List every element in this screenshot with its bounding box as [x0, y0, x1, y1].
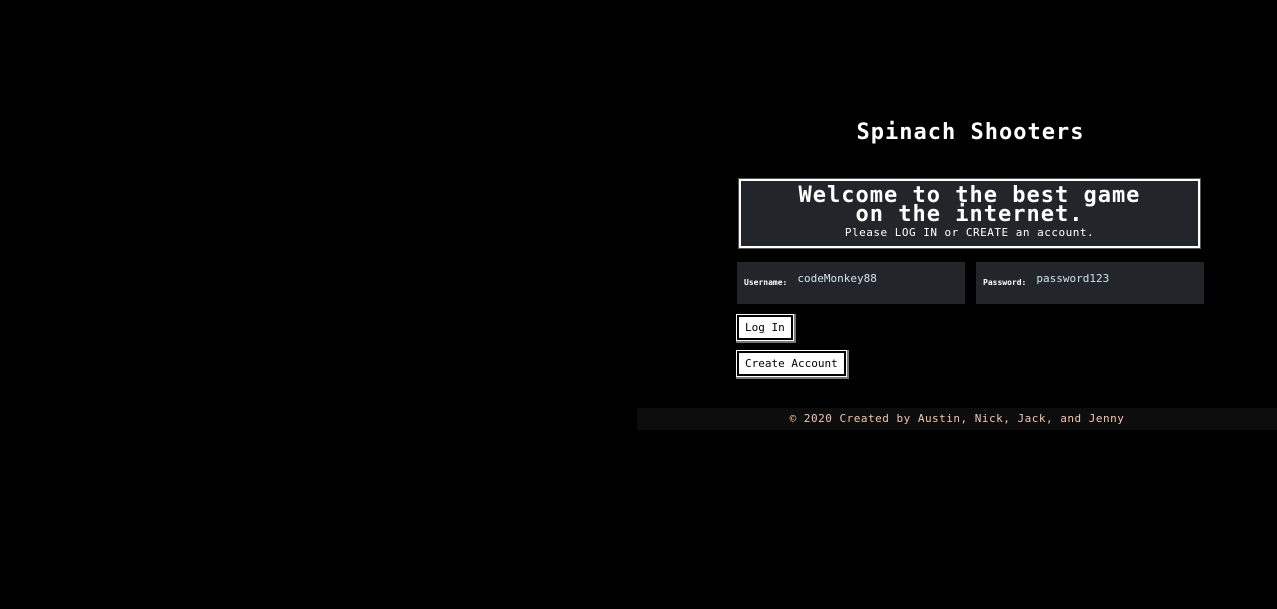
password-field: Password:	[976, 262, 1204, 304]
create-account-button[interactable]: Create Account	[737, 351, 846, 376]
page-title: Spinach Shooters	[856, 120, 1085, 145]
page: Spinach Shooters Welcome to the best gam…	[0, 0, 1277, 609]
banner-subtitle: Please LOG IN or CREATE an account.	[844, 226, 1095, 239]
password-input[interactable]	[1036, 271, 1177, 287]
username-input[interactable]	[797, 271, 938, 287]
footer: © 2020 Created by Austin, Nick, Jack, an…	[637, 408, 1277, 430]
footer-credits: © 2020 Created by Austin, Nick, Jack, an…	[789, 412, 1125, 425]
username-label: Username:	[744, 278, 788, 287]
welcome-banner: Welcome to the best game on the internet…	[738, 178, 1201, 249]
log-in-button[interactable]: Log In	[737, 315, 793, 340]
username-field: Username:	[737, 262, 965, 304]
password-label: Password:	[983, 278, 1027, 287]
